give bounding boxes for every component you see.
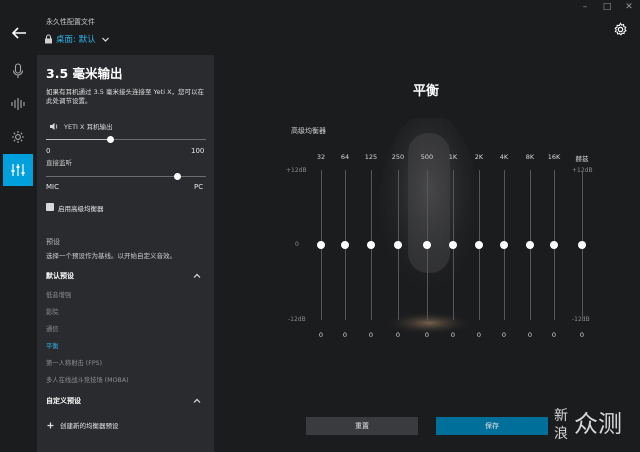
eq-gain-knob[interactable] — [578, 241, 586, 249]
waveform-icon — [11, 98, 25, 110]
maximize-button[interactable]: □ — [596, 0, 618, 14]
svg-text:众测: 众测 — [574, 410, 622, 438]
presets-heading: 预设 — [46, 238, 60, 246]
eq-gain-label: 赫兹 — [575, 155, 589, 163]
profile-selector[interactable]: 桌面: 默认 — [44, 33, 110, 45]
monitor-label: 直接监听 — [46, 159, 72, 167]
close-button[interactable]: ✕ — [618, 0, 640, 14]
chevron-up-icon[interactable] — [193, 397, 201, 405]
eq-band-1k-knob[interactable] — [449, 241, 457, 249]
monitor-slider-knob[interactable] — [173, 173, 181, 180]
default-presets-header[interactable]: 默认预设 — [46, 271, 74, 281]
volume-slider-knob[interactable] — [106, 136, 114, 143]
left-rail — [3, 55, 33, 187]
svg-text:新: 新 — [554, 408, 568, 424]
preset-item[interactable]: 通信 — [46, 324, 59, 333]
volume-slider-fill — [46, 139, 110, 140]
back-button[interactable] — [10, 24, 28, 42]
add-custom-preset-label: 创建新的均衡器预设 — [60, 422, 119, 430]
eq-gain-value: 0 — [579, 331, 585, 339]
device-row: YETI X 耳机输出 — [49, 121, 113, 131]
gear-icon — [614, 22, 627, 36]
monitor-right-label: PC — [194, 183, 204, 191]
eq-band-64-knob[interactable] — [341, 241, 349, 249]
settings-button[interactable] — [613, 22, 628, 37]
eq-band-8k-knob[interactable] — [526, 241, 534, 249]
save-button[interactable]: 保存 — [436, 417, 548, 435]
eq-band-1k-value: 0 — [450, 331, 456, 339]
monitor-slider-track[interactable] — [46, 176, 206, 177]
eq-band-4k-value: 0 — [501, 331, 507, 339]
profile-name: 桌面: 默认 — [56, 35, 96, 45]
sina-zhongce-watermark: 新 浪 众测 — [554, 408, 622, 442]
enable-eq-label: 启用高级均衡器 — [58, 205, 104, 213]
eq-band-32-value: 0 — [318, 331, 324, 339]
presets-hint: 选择一个预设作为基线。以开始自定义音效。 — [46, 252, 176, 260]
lock-icon — [45, 34, 52, 44]
scale-top-left: +12dB — [286, 167, 307, 174]
monitor-left-label: MIC — [46, 183, 59, 191]
eq-band-250-value: 0 — [395, 331, 401, 339]
eq-band-16k-knob[interactable] — [550, 241, 558, 249]
scale-mid-left: 0 — [295, 241, 299, 248]
chevron-up-icon[interactable] — [193, 272, 201, 280]
profile-caption: 永久性配置文件 — [46, 18, 95, 26]
chevron-down-icon — [101, 37, 109, 42]
volume-min: 0 — [46, 147, 51, 155]
eq-band-2k-knob[interactable] — [475, 241, 483, 249]
eq-band-250-label: 250 — [391, 153, 405, 161]
rail-waveform[interactable] — [3, 88, 33, 120]
eq-band-125-value: 0 — [368, 331, 374, 339]
eq-band-16k-label: 16K — [547, 153, 561, 161]
eq-preset-title: 平衡 — [413, 84, 440, 99]
enable-eq-checkbox[interactable] — [46, 203, 54, 217]
eq-band-125-label: 125 — [364, 153, 378, 161]
eq-caption: 高级均衡器 — [291, 127, 326, 135]
eq-band-250-knob[interactable] — [394, 241, 402, 249]
panel-title: 3.5 毫米输出 — [46, 66, 123, 81]
preset-item[interactable]: 影院 — [46, 307, 59, 316]
eq-band-500-value: 0 — [424, 331, 430, 339]
effects-icon — [12, 131, 24, 143]
check-icon — [47, 211, 54, 217]
rail-effects[interactable] — [3, 121, 33, 153]
arrow-left-icon — [11, 27, 26, 39]
eq-band-16k-value: 0 — [551, 331, 557, 339]
device-label: YETI X 耳机输出 — [64, 123, 113, 131]
eq-band-2k-value: 0 — [476, 331, 482, 339]
eq-band-125-knob[interactable] — [367, 241, 375, 249]
reset-button[interactable]: 重置 — [306, 417, 418, 435]
output-settings-panel: 3.5 毫米输出 如果有耳机通过 3.5 毫米接头连接至 Yeti X，您可以在… — [37, 55, 214, 452]
rail-microphone[interactable] — [3, 55, 33, 87]
eq-band-8k-value: 0 — [527, 331, 533, 339]
minimize-button[interactable]: – — [574, 0, 596, 14]
volume-max: 100 — [191, 147, 205, 155]
microphone-backdrop-image — [379, 118, 479, 335]
scale-bottom-right: -12dB — [572, 316, 590, 323]
scale-bottom-left: -12dB — [288, 316, 306, 323]
window-controls: – □ ✕ — [574, 0, 640, 14]
eq-band-64-value: 0 — [342, 331, 348, 339]
rail-equalizer[interactable] — [3, 154, 33, 186]
equalizer-icon — [11, 164, 25, 176]
speaker-icon — [50, 122, 58, 130]
eq-band-32-knob[interactable] — [317, 241, 325, 249]
preset-item[interactable]: 第一人称射击 (FPS) — [46, 358, 102, 367]
preset-item[interactable]: 多人在线战斗竞技场 (MOBA) — [46, 375, 129, 384]
preset-item[interactable]: 低音增强 — [46, 290, 71, 299]
eq-band-4k-knob[interactable] — [500, 241, 508, 249]
preset-item-active[interactable]: 平衡 — [46, 341, 59, 350]
svg-text:浪: 浪 — [554, 426, 568, 442]
microphone-icon — [12, 63, 24, 78]
custom-presets-header[interactable]: 自定义预设 — [46, 396, 81, 406]
panel-description: 如果有耳机通过 3.5 毫米接头连接至 Yeti X，您可以在此处调节设置。 — [46, 88, 205, 105]
plus-icon — [47, 422, 54, 428]
eq-band-500-knob[interactable] — [423, 241, 431, 249]
add-custom-preset[interactable]: 创建新的均衡器预设 — [47, 420, 119, 430]
